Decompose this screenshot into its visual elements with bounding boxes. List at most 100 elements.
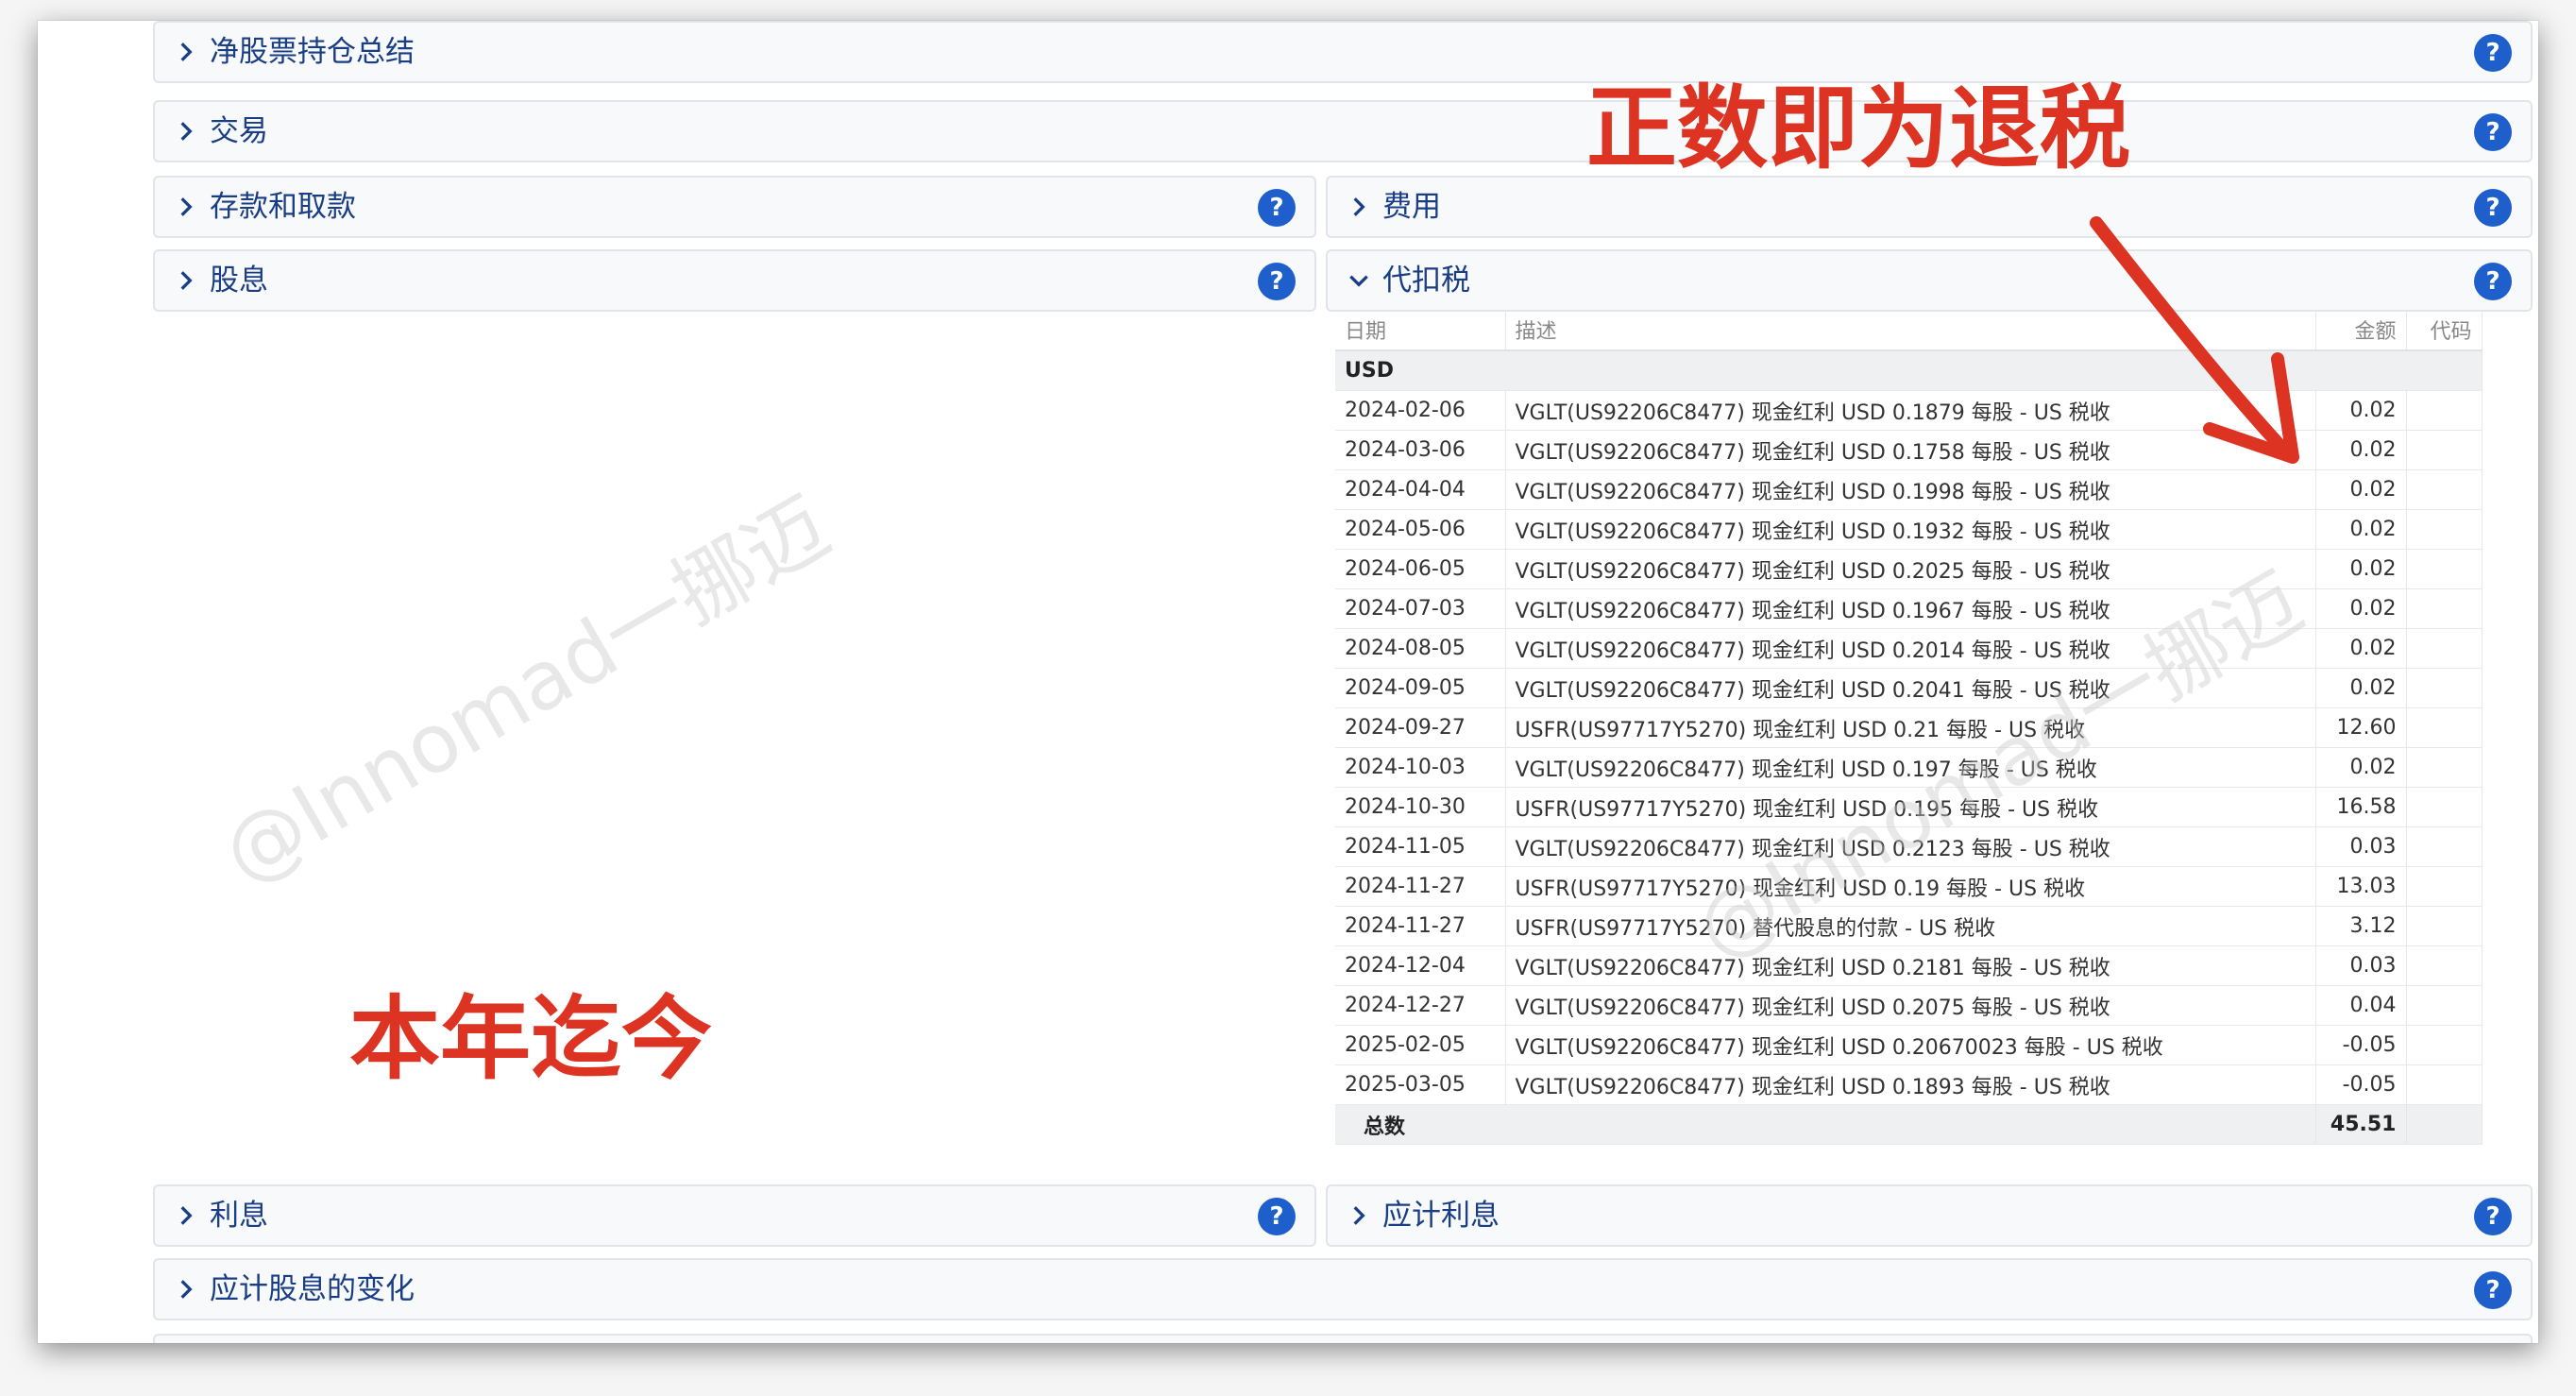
cell-description: VGLT(US92206C8477) 现金红利 USD 0.1893 每股 - …: [1505, 1064, 2316, 1105]
cell-amount: 0.02: [2315, 549, 2407, 589]
chevron-down-icon: [1349, 275, 1368, 287]
cell-date: 2024-09-27: [1335, 707, 1506, 748]
total-row: 总数 45.51: [1335, 1104, 2483, 1145]
help-icon[interactable]: ?: [2474, 34, 2512, 72]
cell-amount: 0.02: [2315, 509, 2407, 550]
cell-amount: 0.03: [2315, 826, 2407, 867]
table-row: 2024-06-05 VGLT(US92206C8477) 现金红利 USD 0.…: [1335, 549, 2483, 589]
trades-title: 交易: [210, 114, 268, 148]
cell-amount: 0.02: [2315, 588, 2407, 629]
header-code[interactable]: 代码: [2406, 310, 2483, 351]
total-amount: 45.51: [2315, 1104, 2407, 1145]
cell-date: 2025-03-05: [1335, 1064, 1506, 1105]
table-row: 2024-05-06 VGLT(US92206C8477) 现金红利 USD 0.…: [1335, 509, 2483, 550]
chevron-right-icon: [180, 122, 193, 141]
chevron-right-icon: [180, 1280, 193, 1299]
help-icon[interactable]: ?: [2474, 113, 2512, 151]
help-icon[interactable]: ?: [1258, 1198, 1296, 1235]
chevron-right-icon: [1353, 197, 1365, 216]
cell-code: [2406, 588, 2483, 629]
cell-amount: 0.02: [2315, 747, 2407, 788]
accrued-dividend-changes-panel[interactable]: 应计股息的变化 ?: [153, 1258, 2533, 1320]
cell-code: [2406, 668, 2483, 708]
cell-code: [2406, 1025, 2483, 1065]
cell-date: 2024-04-04: [1335, 469, 1506, 510]
cell-code: [2406, 509, 2483, 550]
cell-code: [2406, 628, 2483, 669]
statement-window: 净股票持仓总结 ? 交易 ? 存款和取款 ? 费用 ? 股息 ? 代扣税 ? 日…: [38, 21, 2538, 1343]
cell-code: [2406, 430, 2483, 470]
cell-amount: 0.02: [2315, 668, 2407, 708]
cell-code: [2406, 826, 2483, 867]
cell-code: [2406, 549, 2483, 589]
cell-date: 2024-08-05: [1335, 628, 1506, 669]
chevron-right-icon: [180, 43, 193, 61]
help-icon[interactable]: ?: [1258, 189, 1296, 227]
cell-amount: 12.60: [2315, 707, 2407, 748]
header-date[interactable]: 日期: [1335, 310, 1506, 351]
cell-description: VGLT(US92206C8477) 现金红利 USD 0.1932 每股 - …: [1505, 509, 2316, 550]
help-icon[interactable]: ?: [2474, 1271, 2512, 1309]
cell-date: 2024-09-05: [1335, 668, 1506, 708]
cell-code: [2406, 390, 2483, 431]
table-row: 2024-11-27 USFR(US97717Y5270) 替代股息的付款 - U…: [1335, 906, 2483, 946]
cell-date: 2024-12-04: [1335, 945, 1506, 986]
accrued-interest-panel[interactable]: 应计利息 ?: [1326, 1184, 2533, 1247]
table-row: 2025-03-05 VGLT(US92206C8477) 现金红利 USD 0.…: [1335, 1064, 2483, 1105]
deposits-withdrawals-panel[interactable]: 存款和取款 ?: [153, 176, 1316, 238]
cell-amount: 3.12: [2315, 906, 2407, 946]
table-row: 2024-09-05 VGLT(US92206C8477) 现金红利 USD 0.…: [1335, 668, 2483, 708]
help-icon[interactable]: ?: [2474, 1198, 2512, 1235]
interest-panel[interactable]: 利息 ?: [153, 1184, 1316, 1247]
cell-date: 2025-02-05: [1335, 1025, 1506, 1065]
cell-code: [2406, 747, 2483, 788]
cell-code: [2406, 985, 2483, 1026]
cell-date: 2024-10-30: [1335, 787, 1506, 827]
table-row: 2025-02-05 VGLT(US92206C8477) 现金红利 USD 0.…: [1335, 1025, 2483, 1065]
interest-title: 利息: [210, 1199, 268, 1233]
cell-code: [2406, 1064, 2483, 1105]
chevron-right-icon: [180, 1206, 193, 1225]
cell-date: 2024-07-03: [1335, 588, 1506, 629]
next-panel-edge: [153, 1334, 2533, 1343]
cell-amount: 13.03: [2315, 866, 2407, 907]
trades-panel[interactable]: 交易 ?: [153, 100, 2533, 162]
cell-date: 2024-03-06: [1335, 430, 1506, 470]
help-icon[interactable]: ?: [1258, 263, 1296, 300]
fees-title: 费用: [1382, 190, 1441, 224]
watermark: @Innomad一挪迈: [207, 479, 845, 903]
cell-description: VGLT(US92206C8477) 现金红利 USD 0.2075 每股 - …: [1505, 985, 2316, 1026]
cell-code: [2406, 469, 2483, 510]
cell-amount: 0.02: [2315, 628, 2407, 669]
cell-description: VGLT(US92206C8477) 现金红利 USD 0.2181 每股 - …: [1505, 945, 2316, 986]
cell-code: [2406, 906, 2483, 946]
cell-code: [2406, 945, 2483, 986]
deposits-title: 存款和取款: [210, 190, 356, 224]
dividends-panel[interactable]: 股息 ?: [153, 249, 1316, 312]
cell-amount: 0.04: [2315, 985, 2407, 1026]
cell-code: [2406, 787, 2483, 827]
total-label: 总数: [1335, 1104, 2316, 1145]
cell-code: [2406, 707, 2483, 748]
cell-amount: 0.03: [2315, 945, 2407, 986]
cell-date: 2024-12-27: [1335, 985, 1506, 1026]
chevron-right-icon: [180, 271, 193, 290]
help-icon[interactable]: ?: [2474, 263, 2512, 300]
table-row: 2024-12-04 VGLT(US92206C8477) 现金红利 USD 0.…: [1335, 945, 2483, 986]
withholding-tax-panel[interactable]: 代扣税 ?: [1326, 249, 2533, 312]
cell-amount: -0.05: [2315, 1064, 2407, 1105]
help-icon[interactable]: ?: [2474, 189, 2512, 227]
table-row: 2024-12-27 VGLT(US92206C8477) 现金红利 USD 0.…: [1335, 985, 2483, 1026]
cell-code: [2406, 866, 2483, 907]
cell-description: VGLT(US92206C8477) 现金红利 USD 0.20670023 每…: [1505, 1025, 2316, 1065]
total-code: [2406, 1104, 2483, 1145]
net-stock-summary-panel[interactable]: 净股票持仓总结 ?: [153, 21, 2533, 83]
dividends-title: 股息: [210, 264, 268, 298]
cell-date: 2024-10-03: [1335, 747, 1506, 788]
cell-amount: 16.58: [2315, 787, 2407, 827]
ytd-annotation: 本年迄今: [349, 986, 712, 1092]
withholding-tax-title: 代扣税: [1382, 264, 1470, 298]
cell-date: 2024-11-27: [1335, 866, 1506, 907]
chevron-right-icon: [180, 197, 193, 216]
net-stock-summary-title: 净股票持仓总结: [210, 35, 415, 69]
